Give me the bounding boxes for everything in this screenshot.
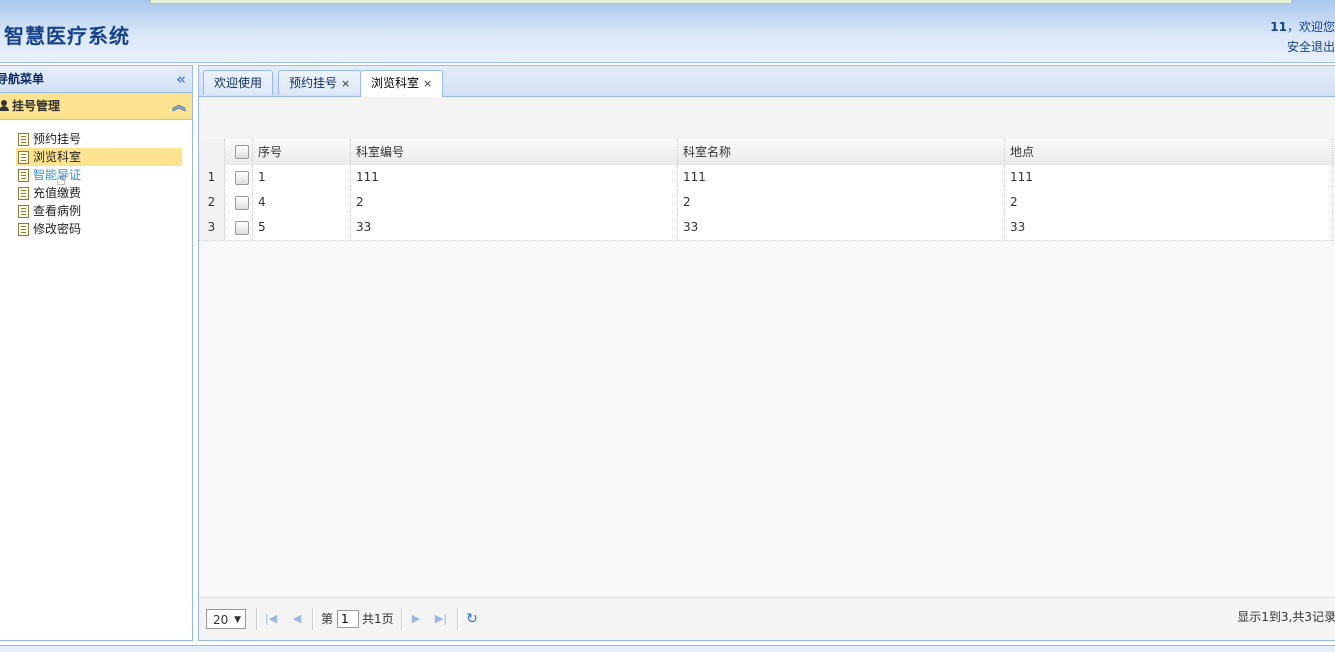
- table-row[interactable]: 3 5 33 33 33: [199, 215, 1335, 241]
- sidebar-item-label: 浏览科室: [33, 150, 82, 164]
- row-number: 3: [199, 215, 225, 240]
- app-header: 智慧医疗系统 11，欢迎您 安全退出: [0, 0, 1335, 63]
- document-icon: [18, 205, 29, 218]
- tab-label: 浏览科室: [371, 76, 420, 90]
- menu-group-header[interactable]: 挂号管理 ︽: [0, 93, 192, 120]
- sidebar-menu: 预约挂号 浏览科室 智能导证 充值缴费 查看病例 修改密码: [0, 130, 192, 238]
- cell-index: 5: [253, 215, 351, 240]
- document-icon: [18, 133, 29, 146]
- main-panel: 欢迎使用 预约挂号 × 浏览科室 × 序号 科室编号 科室名称 地点 1 1 111…: [198, 65, 1335, 641]
- user-name: 11: [1270, 20, 1287, 34]
- user-icon: [0, 100, 9, 111]
- sidebar-title: 导航菜单: [0, 72, 45, 86]
- row-checkbox[interactable]: [235, 196, 249, 210]
- row-number: 1: [199, 165, 225, 190]
- cell-location: 2: [1005, 190, 1333, 215]
- row-select-cell: [225, 215, 253, 240]
- pager-separator: [401, 608, 403, 630]
- welcome-text: 11，欢迎您: [1270, 18, 1335, 35]
- close-icon[interactable]: ×: [423, 77, 432, 90]
- close-icon[interactable]: ×: [341, 77, 350, 90]
- select-all-checkbox[interactable]: [235, 145, 249, 159]
- document-icon: [18, 223, 29, 236]
- cell-dept-name: 111: [678, 165, 1005, 190]
- row-number: 2: [199, 190, 225, 215]
- cell-location: 111: [1005, 165, 1333, 190]
- row-select-cell: [225, 190, 253, 215]
- column-header-location[interactable]: 地点: [1005, 139, 1333, 165]
- cell-dept-name: 33: [678, 215, 1005, 240]
- table-row[interactable]: 2 4 2 2 2: [199, 190, 1335, 216]
- logout-link[interactable]: 安全退出: [1287, 38, 1335, 55]
- cell-dept-code: 2: [351, 190, 678, 215]
- page-prefix: 第: [321, 612, 334, 626]
- sidebar-item-smart-guide[interactable]: 智能导证: [16, 166, 182, 184]
- menu-group-label: 挂号管理: [12, 99, 61, 113]
- sidebar-item-label: 修改密码: [33, 222, 82, 236]
- sidebar-header: 导航菜单 «: [0, 66, 192, 93]
- page-number-input[interactable]: [337, 610, 359, 628]
- cell-dept-name: 2: [678, 190, 1005, 215]
- cell-index: 1: [253, 165, 351, 190]
- cell-index: 4: [253, 190, 351, 215]
- last-page-icon[interactable]: ▶|: [433, 610, 449, 628]
- refresh-icon[interactable]: ↻: [464, 610, 480, 628]
- rownum-header: [199, 139, 225, 165]
- grid-toolbar: [199, 97, 1335, 140]
- document-icon: [18, 151, 29, 164]
- pagination-bar: 20 ▼ |◀ ◀ 第 共1页 ▶ ▶| ↻ 显示1到3,共3记录: [199, 597, 1335, 640]
- sidebar-item-label: 预约挂号: [33, 132, 82, 146]
- pager-separator: [457, 608, 459, 630]
- sidebar-item-medical-records[interactable]: 查看病例: [16, 202, 182, 220]
- data-grid: 序号 科室编号 科室名称 地点 1 1 111 111 111 2 4 2 2 …: [199, 139, 1335, 597]
- cell-location: 33: [1005, 215, 1333, 240]
- next-page-icon[interactable]: ▶: [408, 610, 424, 628]
- sidebar-item-appointment[interactable]: 预约挂号: [16, 130, 182, 148]
- double-chevron-up-icon[interactable]: ︽: [172, 93, 186, 119]
- pager-separator: [312, 608, 314, 630]
- document-icon: [18, 169, 29, 182]
- sidebar-item-change-password[interactable]: 修改密码: [16, 220, 182, 238]
- tab-label: 欢迎使用: [214, 76, 263, 90]
- page-size-value: 20: [213, 613, 229, 627]
- tab-browse-departments[interactable]: 浏览科室 ×: [360, 70, 444, 97]
- welcome-label: ，欢迎您: [1286, 20, 1335, 34]
- sidebar-item-label: 查看病例: [33, 204, 82, 218]
- tab-bar: 欢迎使用 预约挂号 × 浏览科室 ×: [199, 66, 1335, 97]
- page-total: 共1页: [362, 612, 394, 626]
- select-all-cell: [225, 139, 253, 165]
- tab-appointment[interactable]: 预约挂号 ×: [278, 70, 362, 95]
- sidebar-item-browse-departments[interactable]: 浏览科室: [16, 148, 182, 166]
- grid-header: 序号 科室编号 科室名称 地点: [199, 139, 1335, 166]
- row-checkbox[interactable]: [235, 171, 249, 185]
- row-checkbox[interactable]: [235, 221, 249, 235]
- pager-info: 显示1到3,共3记录: [1237, 610, 1335, 624]
- prev-page-icon[interactable]: ◀: [289, 610, 305, 628]
- table-row[interactable]: 1 1 111 111 111: [199, 165, 1335, 191]
- document-icon: [18, 187, 29, 200]
- row-select-cell: [225, 165, 253, 190]
- top-strip: [150, 0, 1292, 4]
- double-chevron-left-icon[interactable]: «: [176, 66, 186, 92]
- tab-welcome[interactable]: 欢迎使用: [203, 70, 274, 95]
- column-header-dept-name[interactable]: 科室名称: [678, 139, 1005, 165]
- page-size-select[interactable]: 20 ▼: [206, 609, 246, 629]
- tab-label: 预约挂号: [289, 76, 338, 90]
- app-title: 智慧医疗系统: [4, 24, 130, 48]
- column-header-dept-code[interactable]: 科室编号: [351, 139, 678, 165]
- cell-dept-code: 33: [351, 215, 678, 240]
- first-page-icon[interactable]: |◀: [263, 610, 279, 628]
- sidebar-item-recharge[interactable]: 充值缴费: [16, 184, 182, 202]
- column-header-index[interactable]: 序号: [253, 139, 351, 165]
- cell-dept-code: 111: [351, 165, 678, 190]
- chevron-down-icon: ▼: [234, 615, 241, 625]
- pager-separator: [256, 608, 258, 630]
